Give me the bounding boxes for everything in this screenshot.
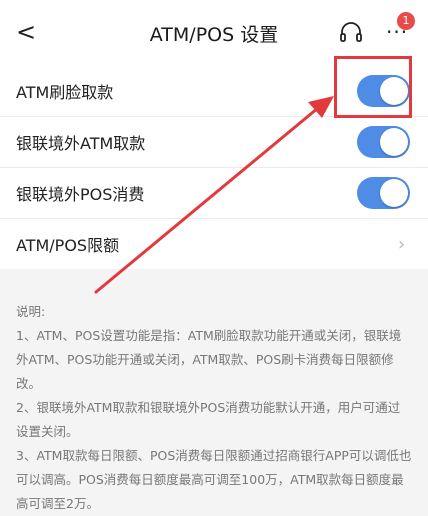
chevron-right-icon: › bbox=[398, 233, 406, 255]
notes-line: 2、银联境外ATM取款和银联境外POS消费功能默认开通，用户可通过设置关闭。 bbox=[16, 400, 401, 439]
setting-label: 银联境外ATM取款 bbox=[16, 134, 146, 153]
overseas-pos-toggle[interactable] bbox=[357, 177, 410, 209]
notes-section: 说明: 1、ATM、POS设置功能是指：ATM刷脸取款功能开通或关闭，银联境外A… bbox=[16, 300, 412, 516]
headset-icon[interactable] bbox=[338, 20, 364, 46]
toggle-knob bbox=[380, 179, 408, 207]
overseas-atm-toggle[interactable] bbox=[357, 126, 410, 158]
setting-row-overseas-pos: 银联境外POS消费 bbox=[0, 167, 428, 218]
setting-label: 银联境外POS消费 bbox=[16, 185, 145, 204]
notes-heading: 说明: bbox=[16, 304, 46, 319]
toggle-knob bbox=[380, 128, 408, 156]
setting-row-limit[interactable]: ATM/POS限额 › bbox=[0, 218, 428, 269]
setting-label: ATM/POS限额 bbox=[16, 236, 120, 255]
setting-row-overseas-atm: 银联境外ATM取款 bbox=[0, 116, 428, 167]
notes-line: 3、ATM取款每日限额、POS消费每日限额通过招商银行APP可以调低也可以调高。… bbox=[16, 448, 412, 511]
notes-line: 1、ATM、POS设置功能是指：ATM刷脸取款功能开通或关闭，银联境外ATM、P… bbox=[16, 328, 402, 391]
highlight-box bbox=[334, 56, 412, 118]
setting-label: ATM刷脸取款 bbox=[16, 83, 114, 102]
notification-badge: 1 bbox=[397, 12, 415, 30]
